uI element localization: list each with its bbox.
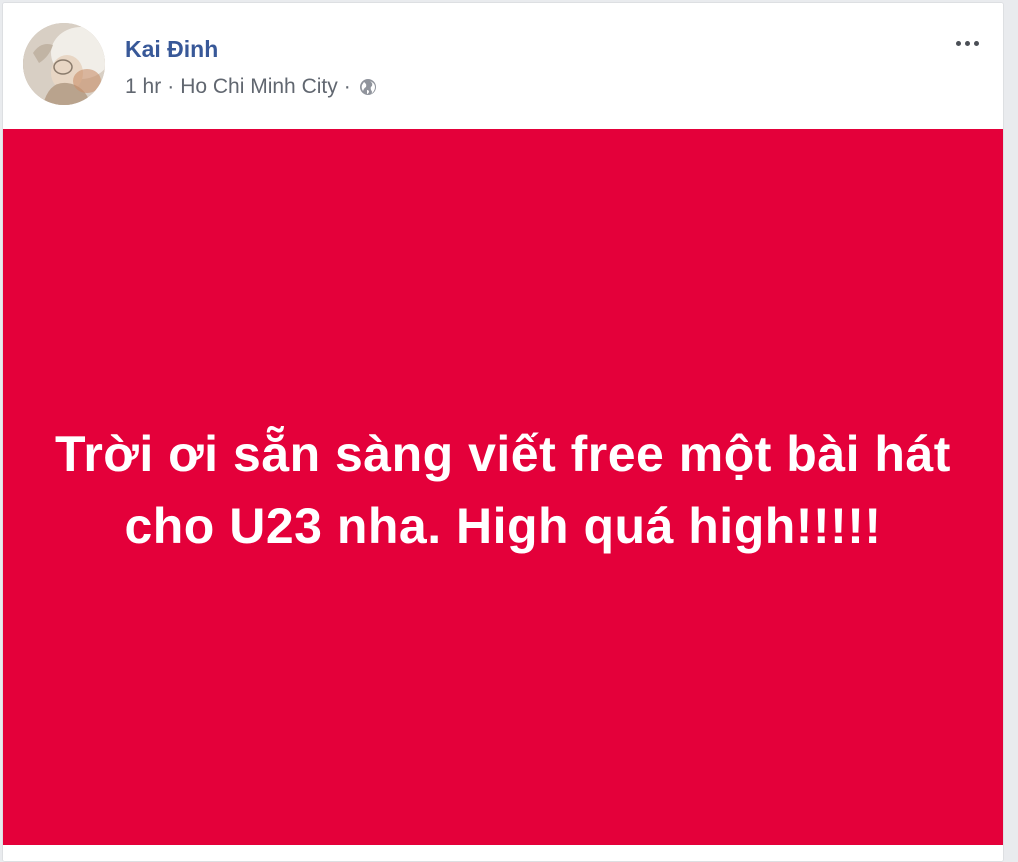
meta-separator: · [343, 75, 351, 98]
post-text-background: Trời ơi sẵn sàng viết free một bài hát c… [3, 129, 1003, 845]
post-footer [3, 845, 1003, 861]
post-location[interactable]: Ho Chi Minh City [180, 75, 338, 99]
post-timestamp[interactable]: 1 hr [125, 75, 161, 99]
post-header: Kai Đinh 1 hr · Ho Chi Minh City · [3, 3, 1003, 129]
avatar-photo [23, 23, 105, 105]
globe-icon[interactable] [359, 78, 377, 96]
more-options-icon[interactable] [951, 31, 983, 55]
post-text: Trời ơi sẵn sàng viết free một bài hát c… [55, 426, 951, 554]
post-meta: 1 hr · Ho Chi Minh City · [125, 75, 377, 99]
author-avatar[interactable] [23, 23, 105, 105]
meta-separator: · [167, 75, 175, 98]
post-card: Kai Đinh 1 hr · Ho Chi Minh City · Trời … [2, 2, 1004, 862]
author-name-link[interactable]: Kai Đinh [125, 36, 218, 63]
